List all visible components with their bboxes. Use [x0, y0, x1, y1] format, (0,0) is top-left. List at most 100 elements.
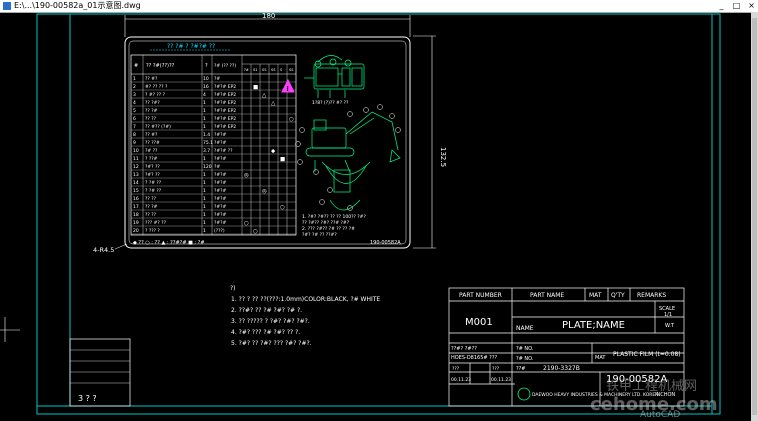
table-cell-type: ?#?# EP2: [214, 116, 236, 122]
inner-drawing-number: 190-00582A: [370, 240, 401, 246]
side-table-number: 3 ? ?: [78, 394, 97, 403]
table-cell-no: 1: [133, 76, 136, 82]
table-cell-no: 11: [133, 156, 139, 162]
table-cell-no: 20: [133, 228, 139, 234]
table-cell-name: ?? #?? (?#): [145, 124, 171, 130]
hdr-col-0: ?#: [244, 68, 249, 72]
side-note-line: ?? ?#?? ?#? ??# ?#?: [302, 220, 350, 226]
table-cell-name: ??? #? ??: [145, 220, 167, 226]
table-cell-type: ?#?#: [214, 188, 227, 194]
side-note-line: 1. ?#? ?#?? ?? ?? 100?? ?#?: [302, 214, 366, 220]
inner-part-table: # ?? ?#(??)?? ? ?# (?? ??) ?# S1 SS SS S…: [130, 54, 297, 236]
table-cell-qty: 120: [203, 164, 212, 170]
table-cell-qty: 1: [203, 100, 206, 106]
hdr-col-1: S1: [253, 68, 257, 72]
side-note-line: ?#? ?# ?? ??#?: [302, 232, 337, 238]
inner-table-legend: ◆ ?? ○ : ?? ▲ : ??#?# ■ : ?#: [133, 240, 205, 246]
tb-part-code: M001: [465, 317, 493, 328]
table-cell-no: 8: [133, 132, 136, 138]
table-cell-qty: 3.7: [203, 148, 210, 154]
table-cell-no: 9: [133, 140, 136, 146]
drawing-canvas[interactable]: 180 132.5 4-R4.5 ?? ?# ? ?#?# ?? # ?? ?#…: [0, 12, 751, 421]
instruction-line: 2. ??#? ?? ?# ?#? ?# ?.: [231, 307, 302, 314]
table-cell-no: 4: [133, 100, 136, 106]
table-cell-name: ? ?# ??: [145, 188, 162, 194]
table-cell-name: ? ??? ?: [145, 228, 160, 234]
table-mark-icon: ○: [280, 205, 285, 211]
table-cell-type: ?#?#: [214, 172, 227, 178]
hdr-col-4: S: [280, 68, 283, 72]
autocad-doc-icon: [3, 2, 11, 10]
table-cell-type: ?#?#: [214, 204, 227, 210]
table-cell-no: 10: [133, 148, 139, 154]
table-mark-icon: ○: [253, 229, 258, 235]
table-cell-no: 2: [133, 84, 136, 90]
table-cell-qty: 75.1: [203, 140, 213, 146]
table-mark-icon: ◆: [271, 149, 276, 155]
table-cell-name: ?? ?#?: [145, 100, 160, 106]
table-cell-no: 14: [133, 180, 139, 186]
table-cell-name: ?? ?#: [145, 108, 158, 114]
side-notes-block: 1. ?#? ?#?? ?? ?? 100?? ?#? ?? ?#?? ?#? …: [302, 214, 366, 238]
table-cell-type: ?#?# EP2: [214, 92, 236, 98]
close-button[interactable]: ×: [747, 0, 756, 12]
table-cell-name: ?? #?: [145, 132, 158, 138]
table-cell-no: 17: [133, 204, 139, 210]
table-mark-icon: ■: [280, 157, 285, 163]
dim-width-label: 180: [262, 12, 275, 20]
tb-scale-value: 1/1: [664, 312, 672, 318]
table-cell-qty: 1: [203, 124, 206, 130]
minimize-button[interactable]: _: [717, 0, 726, 12]
table-cell-name: ? #? ?? ?: [145, 92, 166, 98]
table-cell-no: 16: [133, 196, 139, 202]
window-title: E:\...\190-00582a_01示意图.dwg: [14, 1, 141, 10]
tb-no2-label: ?# NO.: [516, 356, 534, 362]
table-cell-type: ?#: [214, 76, 220, 82]
table-mark-icon: ○: [289, 117, 294, 123]
table-cell-type: ?#?#: [214, 156, 227, 162]
table-cell-qty: 10: [203, 76, 209, 82]
watermark-cn: 铁甲工程机械网: [606, 379, 697, 394]
tb-part-name-label: PART NAME: [530, 292, 564, 299]
table-cell-type: ?#?# EP2: [214, 108, 236, 114]
table-cell-name: ?# ??: [145, 148, 158, 154]
table-cell-qty: 1: [203, 212, 206, 218]
table-cell-qty: 4: [203, 92, 206, 98]
tb-mat-value: PLASTIC FILM (t=0.08): [613, 351, 681, 358]
table-mark-icon: ○: [244, 221, 249, 227]
tb-design-value: HOES-D8165# ???: [451, 355, 497, 361]
table-mark-icon: △: [271, 101, 276, 107]
side-note-line: 2. ??? ?#?? ?# ?? ?? ?#: [302, 226, 355, 232]
table-cell-name: ?? ??: [145, 196, 157, 202]
table-cell-name: ?#? ??: [145, 164, 160, 170]
table-cell-qty: 1: [203, 204, 206, 210]
hdr-type: ?# (?? ??): [214, 63, 236, 69]
table-cell-qty: 1: [203, 180, 206, 186]
tb-date-label-2: ???: [492, 366, 500, 372]
table-cell-name: ?? ?#: [145, 204, 158, 210]
tb-date-label-1: ???: [452, 366, 460, 372]
hdr-name: ?? ?#(??)??: [146, 63, 175, 69]
table-cell-type: ?#?# EP2: [214, 84, 236, 90]
corner-radius-label: 4-R4.5: [93, 246, 114, 254]
table-cell-type: (???): [214, 228, 225, 234]
hdr-col-5: SS: [289, 68, 294, 72]
instruction-line: 5. ?#? ?? ?#? ??? ?#? ?#?.: [231, 340, 312, 347]
restore-button[interactable]: □: [732, 0, 741, 12]
table-cell-no: 12: [133, 164, 139, 170]
watermark-app: AutoCAD: [640, 410, 680, 420]
vertical-scrollbar[interactable]: [751, 12, 758, 421]
table-cell-name: ? ??#: [145, 156, 158, 162]
table-mark-icon: ■: [253, 85, 258, 91]
table-cell-qty: 1: [203, 220, 206, 226]
tb-remarks-label: REMARKS: [637, 292, 666, 299]
table-cell-name: ?#? ??: [145, 172, 160, 178]
hdr-col-2: SS: [262, 68, 267, 72]
tb-no-label: ?# NO.: [516, 346, 534, 352]
scrollbar-thumb[interactable]: [752, 18, 757, 415]
table-cell-no: 15: [133, 188, 139, 194]
instructions-heading: ?): [230, 285, 236, 292]
table-cell-qty: 1.4: [203, 132, 210, 138]
window-controls: _ □ ×: [717, 0, 756, 12]
tb-part-number-label: PART NUMBER: [459, 292, 502, 299]
